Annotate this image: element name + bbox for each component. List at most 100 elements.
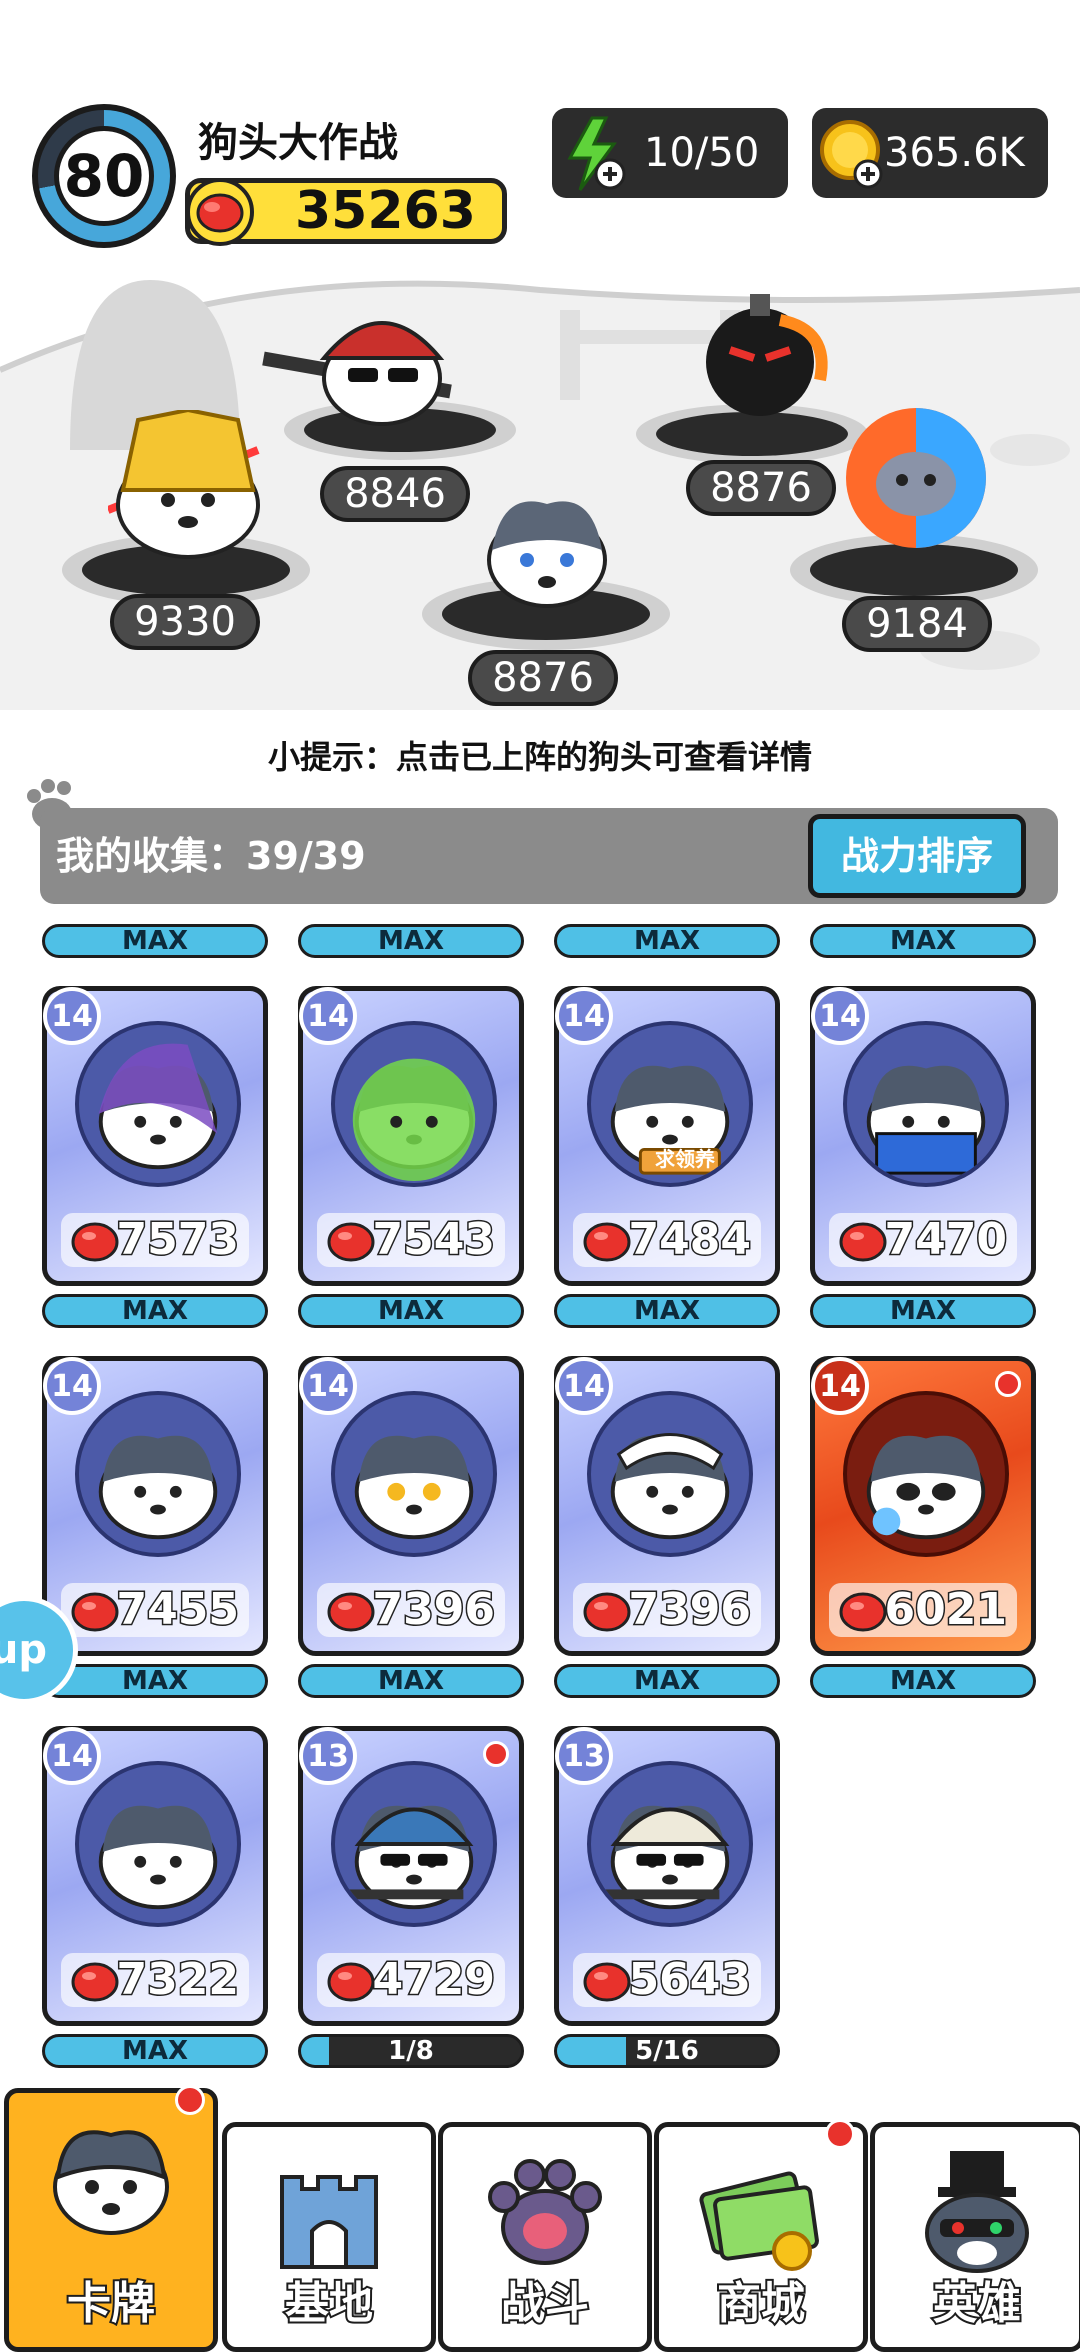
hint-text: 小提示：点击已上阵的狗头可查看详情	[267, 738, 812, 776]
castle-tower-icon	[280, 2175, 378, 2269]
dog-portrait-laptop	[843, 1021, 1009, 1187]
card-level-badge: 14	[43, 1727, 101, 1785]
energy-box[interactable]: 10/50	[552, 108, 788, 198]
golden-warrior-dog[interactable]	[108, 410, 278, 560]
dog-card[interactable]: 14 7322	[42, 1726, 268, 2026]
card-level-badge: 14	[555, 987, 613, 1045]
card-level-badge: 13	[299, 1727, 357, 1785]
card-level-badge: 14	[43, 1357, 101, 1415]
card-level-badge: 14	[299, 1357, 357, 1415]
tab-hero[interactable]: 英雄	[870, 2122, 1080, 2352]
money-stack-icon	[699, 2171, 819, 2271]
card-power: 7484	[573, 1213, 761, 1267]
card-max-tag: MAX	[554, 1664, 780, 1698]
card-power: 7396	[317, 1583, 505, 1637]
lightning-add-icon	[567, 116, 626, 191]
dog-card[interactable]: 13 5643	[554, 1726, 780, 2026]
card-power: 7455	[61, 1583, 249, 1637]
card-max-tag: MAX	[810, 924, 1036, 958]
boxing-glove-icon	[71, 1962, 119, 2002]
card-power-value: 7470	[883, 1213, 1008, 1267]
tab-label: 商城	[715, 2276, 807, 2331]
card-level-badge: 14	[811, 987, 869, 1045]
notification-dot	[483, 1741, 509, 1767]
game-title: 狗头大作战	[198, 120, 398, 166]
dog-card[interactable]: 14 7455	[42, 1356, 268, 1656]
soldier-dog-red-helmet[interactable]	[262, 298, 482, 428]
tab-cards[interactable]: 卡牌	[4, 2085, 218, 2352]
collection-count: 我的收集：39/39	[56, 834, 366, 878]
card-upgrade-progress: 1/8	[298, 2034, 524, 2068]
battle-slot-score: 8846	[320, 466, 470, 522]
dog-card[interactable]: 14 7396	[554, 1356, 780, 1656]
card-power: 7573	[61, 1213, 249, 1267]
boxing-glove-icon	[71, 1592, 119, 1632]
boxing-glove-icon	[186, 178, 254, 246]
boxing-glove-icon	[583, 1222, 631, 1262]
dog-portrait-wizard	[75, 1021, 241, 1187]
card-power-value: 4729	[371, 1953, 496, 2007]
card-max-tag: MAX	[810, 1664, 1036, 1698]
tab-battle[interactable]: 战斗	[438, 2122, 652, 2352]
sort-by-power-button[interactable]: 战力排序	[808, 814, 1026, 898]
battlefield: 9330 8846 8876 8876 9184	[0, 250, 1080, 710]
coin-add-icon	[820, 120, 883, 189]
dog-card[interactable]: 13 4729	[298, 1726, 524, 2026]
dog-card[interactable]: 14 6021	[810, 1356, 1036, 1656]
boxing-glove-icon	[327, 1962, 375, 2002]
tab-base[interactable]: 基地	[222, 2122, 436, 2352]
card-max-tag: MAX	[298, 924, 524, 958]
card-max-tag: MAX	[42, 1664, 268, 1698]
card-power: 4729	[317, 1953, 505, 2007]
dog-face-icon	[53, 2130, 169, 2235]
dog-card[interactable]: 14 求领养 7484	[554, 986, 780, 1286]
card-power: 7470	[829, 1213, 1017, 1267]
progress-text: 1/8	[388, 2036, 434, 2066]
adopt-plaque-text: 求领养	[655, 1147, 715, 1171]
dog-card[interactable]: 14 7573	[42, 986, 268, 1286]
boxing-glove-icon	[71, 1222, 119, 1262]
card-max-tag: MAX	[810, 1294, 1036, 1328]
boxing-glove-icon	[583, 1962, 631, 2002]
dog-card[interactable]: 14 7543	[298, 986, 524, 1286]
total-power-display: 35263	[185, 178, 507, 246]
top-hat-dog-icon	[925, 2151, 1029, 2273]
card-upgrade-progress: 5/16	[554, 2034, 780, 2068]
card-level-badge: 14	[43, 987, 101, 1045]
dog-card[interactable]: 14 7470	[810, 986, 1036, 1286]
dog-portrait-husky	[75, 1761, 241, 1927]
card-power: 7396	[573, 1583, 761, 1637]
energy-value: 10/50	[644, 130, 760, 176]
husky-dog[interactable]	[482, 490, 612, 610]
tab-label: 基地	[283, 2276, 375, 2331]
bomb-dog[interactable]	[690, 290, 840, 420]
card-level-badge: 14	[299, 987, 357, 1045]
card-max-tag: MAX	[42, 1294, 268, 1328]
card-power: 7322	[61, 1953, 249, 2007]
card-max-tag: MAX	[554, 1294, 780, 1328]
card-max-tag: MAX	[554, 924, 780, 958]
fire-ice-dog[interactable]	[836, 402, 996, 552]
card-power-value: 7455	[115, 1583, 240, 1637]
card-power-value: 7396	[627, 1583, 752, 1637]
progress-fill	[301, 2037, 329, 2065]
card-max-tag: MAX	[42, 924, 268, 958]
notification-dot	[995, 1371, 1021, 1397]
battle-slot-score: 8876	[468, 650, 618, 706]
tab-label: 战斗	[499, 2276, 591, 2331]
tab-label: 卡牌	[65, 2276, 157, 2331]
card-power-value: 7484	[627, 1213, 752, 1267]
tab-shop[interactable]: 商城	[654, 2119, 868, 2352]
dog-portrait-panda	[843, 1391, 1009, 1557]
bottom-tab-bar: 卡牌 基地 战斗 商城 英雄	[0, 2082, 1080, 2352]
boxing-glove-icon	[327, 1222, 375, 1262]
dog-card[interactable]: 14 7396	[298, 1356, 524, 1656]
card-power: 7543	[317, 1213, 505, 1267]
card-level-badge: 14	[811, 1357, 869, 1415]
player-level-ring[interactable]: 80	[32, 104, 176, 248]
coin-box[interactable]: 365.6K	[812, 108, 1048, 198]
boxing-glove-icon	[327, 1592, 375, 1632]
card-power-value: 5643	[627, 1953, 752, 2007]
card-power-value: 6021	[883, 1583, 1008, 1637]
dog-portrait-maid	[587, 1391, 753, 1557]
